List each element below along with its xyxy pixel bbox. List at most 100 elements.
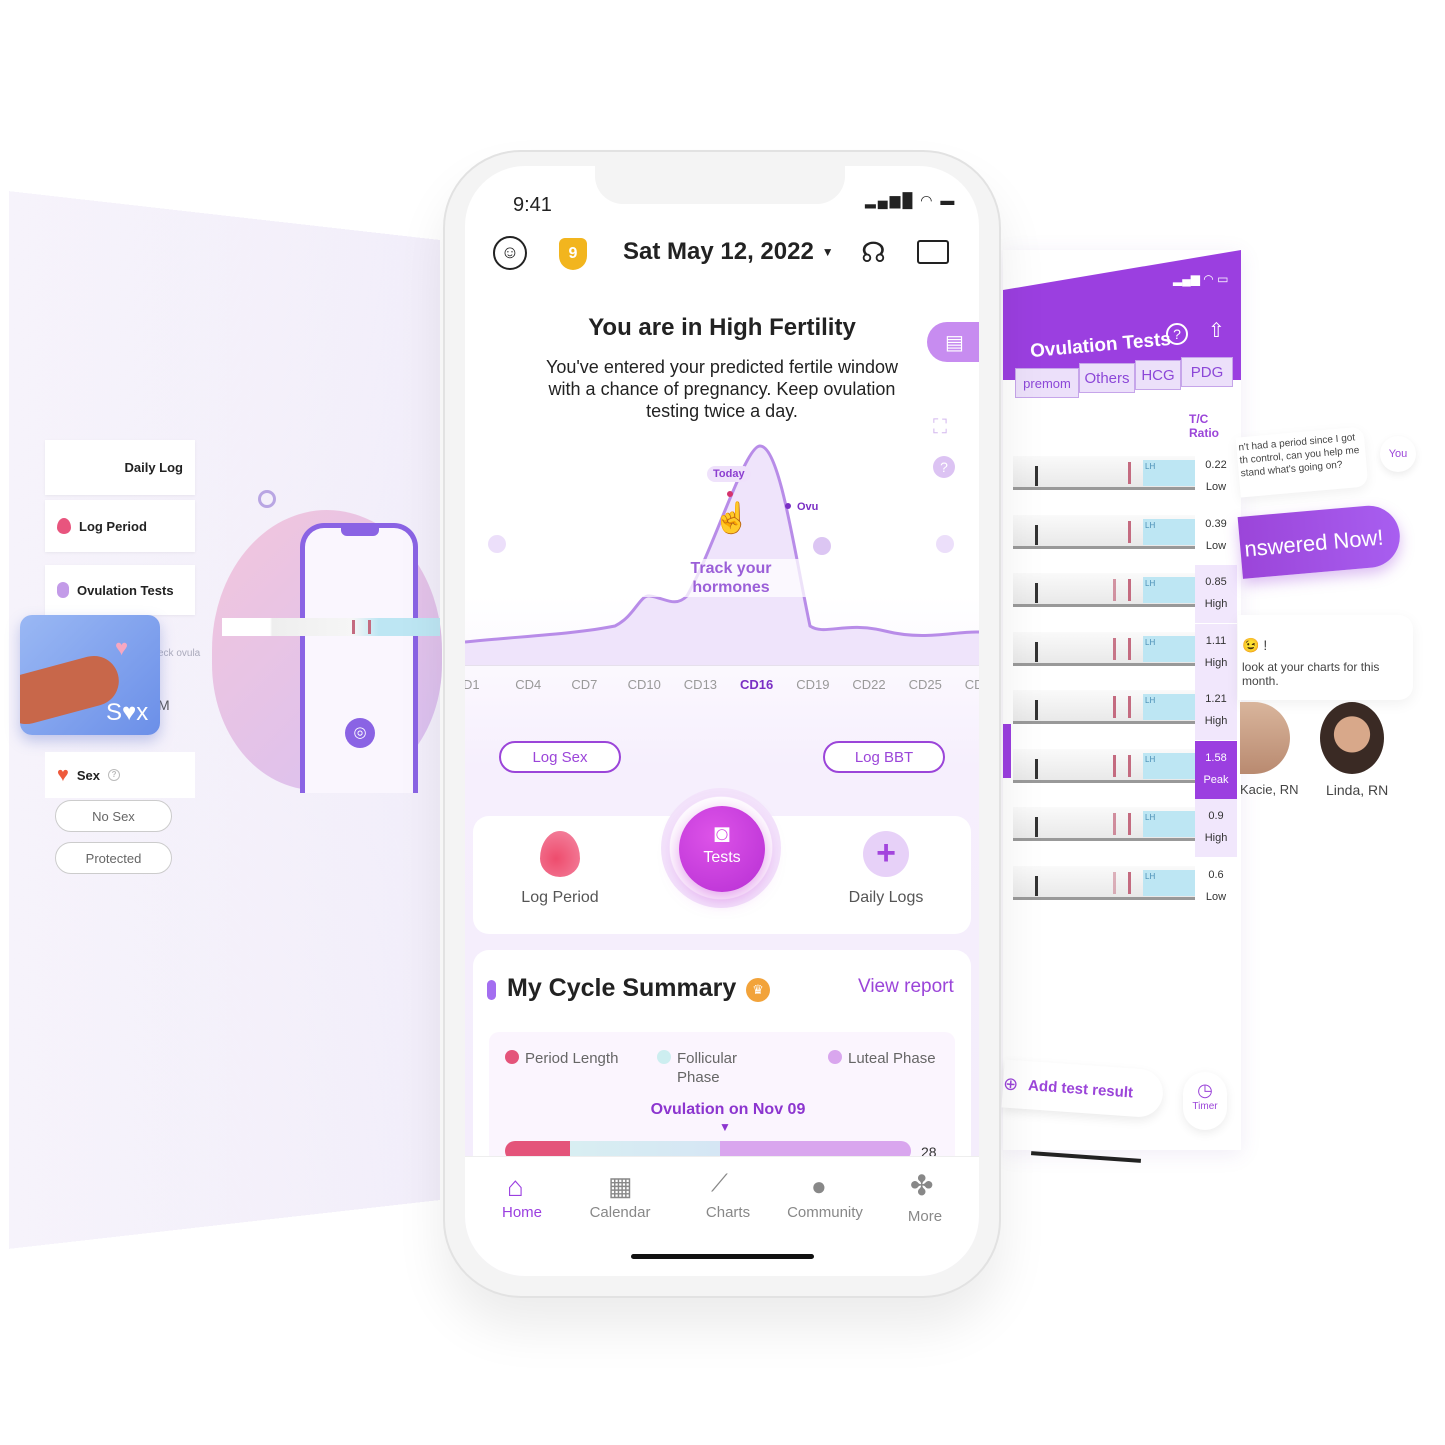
profile-icon[interactable]: ☺ — [493, 236, 527, 270]
home-indicator — [1030, 1151, 1142, 1163]
legend-follicular: Follicular Phase — [657, 1049, 757, 1087]
ratio-cell: 0.6 Low — [1195, 858, 1237, 916]
view-report-link[interactable]: View report — [858, 976, 954, 998]
chat-reply: 😉 ! look at your charts for this month. — [1238, 615, 1413, 700]
next-arrow-icon — [936, 535, 954, 553]
log-period-item[interactable]: Log Period — [45, 500, 195, 552]
you-avatar: You — [1380, 436, 1416, 472]
ratio-cell: 0.22 Low — [1195, 448, 1237, 506]
more-icon: ✤ — [910, 1170, 934, 1201]
ratio-value: 0.9 — [1208, 810, 1224, 822]
home-icon: ⌂ — [507, 1171, 524, 1202]
reply-emoji: 😉 ! — [1242, 637, 1268, 653]
add-test-result-button[interactable]: ⊕ Add test result — [1001, 1059, 1165, 1119]
drop-icon — [57, 518, 71, 534]
x-tick: CD22 — [852, 677, 886, 692]
phone-screen: 9:41 ▂▄▆█ ◠ ▬ ☺ 9 Sat May 12, 2022 ▼ ☊ Yo… — [465, 166, 979, 1276]
x-tick: CD28 — [964, 677, 979, 692]
share-icon[interactable]: ⇧ — [1208, 318, 1225, 343]
legend-luteal: Luteal Phase — [828, 1049, 936, 1068]
log-period-label: Log Period — [521, 889, 599, 906]
get-answered-button[interactable]: nswered Now! — [1237, 503, 1403, 579]
nav-more[interactable]: More — [875, 1208, 975, 1225]
x-tick: CD19 — [796, 677, 830, 692]
ratio-level: High — [1204, 832, 1228, 844]
log-bbt-button[interactable]: Log BBT — [823, 741, 945, 773]
shield-badge-icon[interactable]: 9 — [559, 238, 587, 270]
heart-icon: ♥ — [115, 635, 129, 660]
ratio-level: High — [1204, 598, 1228, 610]
prev-arrow-icon — [488, 535, 506, 553]
sex-illustration-card: ♥ S♥x — [20, 615, 160, 735]
scan-phone-illustration: ◎ — [300, 523, 418, 793]
headset-icon[interactable]: ☊ — [861, 236, 886, 269]
protected-button[interactable]: Protected — [55, 842, 172, 874]
nurse-avatar — [1240, 702, 1290, 774]
x-tick: D1 — [465, 677, 480, 692]
x-tick: CD4 — [515, 677, 542, 692]
nav-community[interactable]: Community — [775, 1204, 875, 1221]
status-icons: ▂▄▆█ ◠ ▬ — [865, 192, 957, 208]
test-icon — [57, 582, 69, 598]
badge-number: 9 — [568, 245, 578, 262]
ovulation-tests-item[interactable]: Ovulation Tests — [45, 565, 195, 615]
log-sex-button[interactable]: Log Sex — [499, 741, 621, 773]
reply-text: look at your charts for this month. — [1242, 660, 1380, 688]
nav-charts[interactable]: Charts — [678, 1204, 778, 1221]
tab-others[interactable]: Others — [1079, 363, 1135, 393]
test-strip[interactable]: LH — [1013, 573, 1195, 607]
test-strip[interactable]: LH — [1013, 690, 1195, 724]
clock-icon: ◷ — [1197, 1080, 1213, 1100]
mail-icon[interactable] — [917, 240, 949, 264]
date-label: Sat May 12, 2022 — [623, 238, 814, 265]
tests-button[interactable]: ◙ Tests — [679, 806, 765, 892]
test-strip[interactable]: LH — [1013, 456, 1195, 490]
test-strip[interactable]: LH — [1013, 865, 1195, 900]
x-tick: CD7 — [571, 677, 598, 692]
chat-question: n't had a period since I got th control,… — [1235, 426, 1369, 498]
ratio-cell: 1.21 High — [1195, 682, 1237, 740]
ratio-value: 0.22 — [1205, 459, 1227, 471]
nav-calendar[interactable]: Calendar — [570, 1204, 670, 1221]
ovulation-tests-label: Ovulation Tests — [77, 582, 174, 598]
ratio-value: 0.39 — [1205, 517, 1227, 530]
test-strip[interactable]: LH — [1013, 807, 1195, 841]
test-strip[interactable]: LH — [1013, 631, 1195, 666]
heart-icon: ♥ — [57, 763, 69, 786]
daily-logs-button[interactable]: + Daily Logs — [831, 831, 941, 907]
ratio-cell: 0.85 High — [1195, 565, 1237, 623]
summary-title: My Cycle Summary — [507, 974, 737, 1002]
ratio-level: Low — [1205, 481, 1227, 493]
ratio-cell: 1.11 High — [1195, 623, 1237, 682]
selected-row-marker — [1003, 724, 1011, 778]
hand-pointer-icon: ☝ — [713, 502, 751, 535]
legend-label: Luteal Phase — [848, 1050, 936, 1067]
tab-hcg[interactable]: HCG — [1135, 360, 1181, 390]
chart-tooltip: Track your hormones — [643, 559, 819, 597]
plus-icon: + — [863, 831, 909, 877]
help-icon[interactable]: ? — [108, 769, 121, 781]
tab-premom[interactable]: premom — [1015, 368, 1079, 398]
help-icon[interactable]: ? — [1166, 323, 1188, 345]
daily-log-title: Daily Log — [124, 460, 183, 475]
log-period-button[interactable]: Log Period — [505, 831, 615, 907]
test-strip[interactable]: LH — [1013, 514, 1195, 549]
ovulation-tests-panel: ▂▄▆ ◠ ▭ Ovulation Tests ? ⇧ premom Other… — [1001, 250, 1241, 1163]
test-strip[interactable]: LH — [1013, 748, 1195, 783]
nav-home[interactable]: Home — [472, 1204, 572, 1221]
today-label: Today — [707, 466, 751, 482]
tab-pdg[interactable]: PDG — [1181, 357, 1233, 387]
ratio-header: T/C Ratio — [1189, 412, 1219, 440]
home-indicator — [631, 1254, 814, 1259]
ratio-value: 1.11 — [1205, 634, 1227, 647]
camera-icon[interactable]: ◎ — [345, 718, 375, 748]
timer-button[interactable]: ◷ Timer — [1183, 1072, 1227, 1130]
ratio-value: 1.21 — [1205, 693, 1227, 705]
log-period-label: Log Period — [79, 518, 147, 534]
nurse-name: Kacie, RN — [1240, 782, 1299, 797]
no-sex-button[interactable]: No Sex — [55, 800, 172, 832]
date-selector[interactable]: Sat May 12, 2022 ▼ — [623, 238, 834, 266]
report-icon[interactable]: ▤ — [927, 322, 979, 362]
ratio-cell: 0.9 High — [1195, 799, 1237, 857]
panel-title: Ovulation Tests — [1029, 328, 1172, 363]
